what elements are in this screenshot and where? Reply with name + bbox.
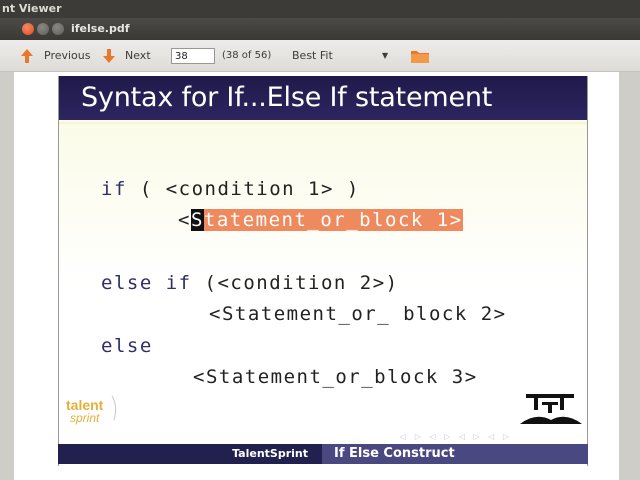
keyword-if: if	[101, 178, 127, 200]
app-title-bar: nt Viewer	[0, 0, 640, 18]
condition-1-text: ( <condition 1> )	[126, 178, 360, 200]
code-line-1: if ( <condition 1> )	[101, 178, 360, 200]
institute-logo	[520, 394, 582, 424]
previous-button[interactable]: Previous	[44, 40, 91, 72]
arrow-up-icon[interactable]	[20, 48, 34, 64]
footer-brand: TalentSprint	[232, 447, 308, 460]
text-cursor: S	[190, 209, 204, 231]
footer-topic: If Else Construct	[322, 444, 588, 464]
page-count: (38 of 56)	[222, 50, 272, 61]
code-line-6: <Statement_or_block 3>	[193, 366, 478, 388]
window-title: ifelse.pdf	[71, 22, 130, 35]
open-bracket: <	[178, 209, 191, 231]
slide-footer: TalentSprint If Else Construct	[58, 444, 588, 464]
talentsprint-logo: talent sprint	[64, 388, 126, 430]
minimize-window-button[interactable]	[37, 23, 49, 35]
window-title-bar: ifelse.pdf	[0, 18, 640, 40]
slide-navigation-symbols[interactable]: ◁ ▷ ◁ ▷ ◁ ▷ ◁ ▷	[400, 432, 512, 441]
slide-title: Syntax for If...Else If statement	[59, 76, 587, 120]
folder-icon[interactable]	[410, 48, 430, 64]
code-line-4: <Statement_or_ block 2>	[209, 303, 507, 325]
code-line-5: else	[101, 335, 153, 357]
selected-text[interactable]: tatement_or_block 1>	[203, 209, 463, 231]
toolbar: Previous Next (38 of 56) Best Fit ▼	[0, 40, 640, 72]
keyword-else: else	[101, 335, 153, 357]
code-line-3: else if (<condition 2>)	[101, 272, 399, 294]
next-button[interactable]: Next	[125, 40, 151, 72]
app-title: nt Viewer	[2, 2, 62, 15]
logo-word-sprint: sprint	[70, 411, 100, 425]
header-stripe	[59, 120, 587, 124]
dropdown-caret-icon[interactable]: ▼	[382, 40, 388, 72]
keyword-else-if: else if	[101, 272, 192, 294]
page-number-input[interactable]	[171, 48, 215, 64]
zoom-select[interactable]: Best Fit	[292, 40, 333, 72]
code-line-2: <Statement_or_block 1>	[178, 209, 463, 231]
maximize-window-button[interactable]	[52, 23, 64, 35]
arrow-down-icon[interactable]	[102, 48, 116, 64]
close-window-button[interactable]	[22, 23, 34, 35]
slide: Syntax for If...Else If statement	[58, 76, 588, 466]
condition-2-text: (<condition 2>)	[191, 272, 399, 294]
